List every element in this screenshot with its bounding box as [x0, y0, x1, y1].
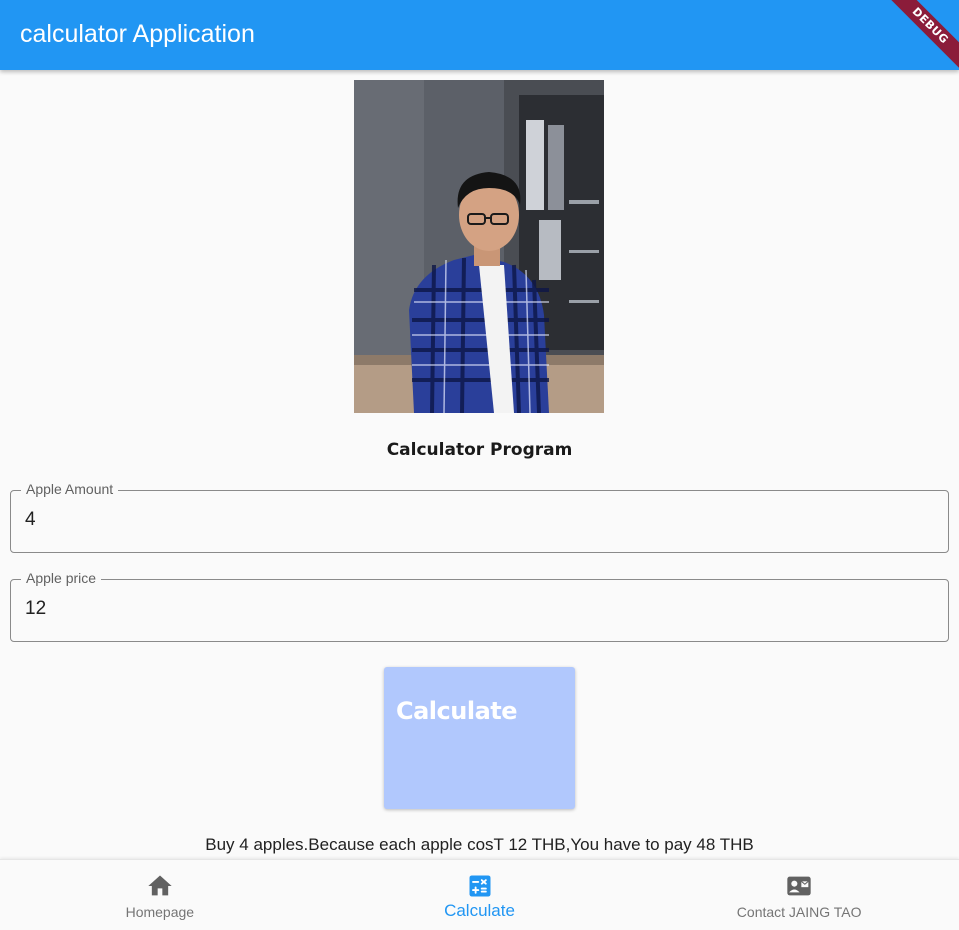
calculator-icon: [469, 875, 490, 897]
apple-price-field[interactable]: Apple price 12: [10, 570, 949, 642]
page-title: Calculator Program: [386, 440, 573, 460]
nav-item-calculate[interactable]: Calculate: [320, 860, 640, 930]
home-icon: [148, 875, 172, 896]
contact-card-icon: [787, 876, 811, 896]
calculate-button-label: Calculate: [396, 697, 518, 725]
apple-price-value[interactable]: 12: [25, 598, 46, 620]
app-bar: calculator Application: [0, 0, 959, 70]
nav-label-calculate: Calculate: [444, 901, 515, 920]
apple-amount-field[interactable]: Apple Amount 4: [10, 481, 949, 553]
bottom-navigation: Homepage Calculate Contact JAING TAO: [0, 859, 959, 930]
calculate-button[interactable]: Calculate: [384, 667, 575, 809]
app-title: calculator Application: [20, 20, 255, 48]
nav-label-contact: Contact JAING TAO: [736, 904, 862, 920]
result-text: Buy 4 apples.Because each apple cosT 12 …: [205, 835, 754, 854]
nav-label-homepage: Homepage: [125, 904, 195, 920]
apple-amount-value[interactable]: 4: [25, 509, 36, 531]
portrait-photo: [354, 80, 604, 413]
profile-photo: [354, 80, 604, 413]
nav-item-homepage[interactable]: Homepage: [0, 860, 320, 930]
apple-price-label: Apple price: [21, 570, 102, 586]
nav-item-contact[interactable]: Contact JAING TAO: [639, 860, 959, 930]
apple-amount-label: Apple Amount: [21, 481, 119, 497]
